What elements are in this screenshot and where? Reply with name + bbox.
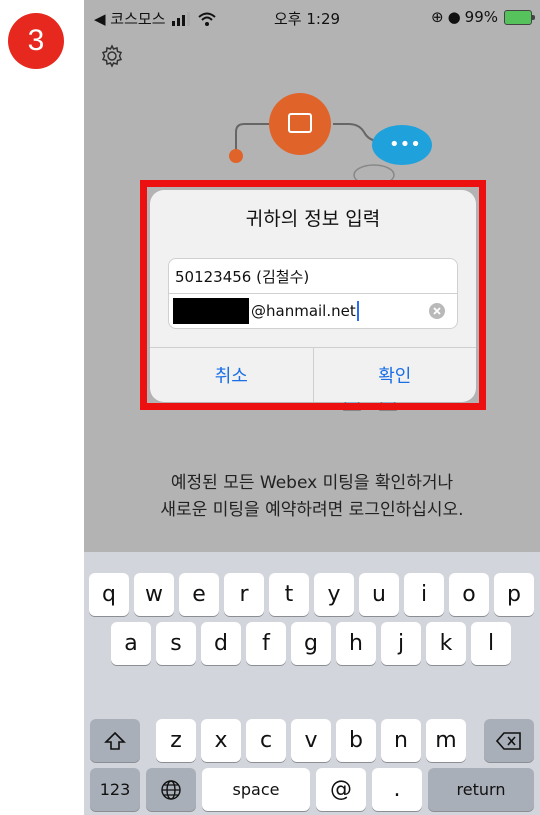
- key-u[interactable]: u: [359, 573, 399, 616]
- key-t[interactable]: t: [269, 573, 309, 616]
- at-key[interactable]: @: [316, 768, 366, 811]
- phone-screen: ◀ 코스모스 오후 1:29 ⊕ ● 99% ••• 예정된 모든 Webex …: [84, 0, 540, 815]
- key-p[interactable]: p: [494, 573, 534, 616]
- signal-icon: [171, 11, 190, 26]
- key-q[interactable]: q: [89, 573, 129, 616]
- key-e[interactable]: e: [179, 573, 219, 616]
- key-i[interactable]: i: [404, 573, 444, 616]
- key-f[interactable]: f: [246, 622, 286, 665]
- alarm-icon: ●: [447, 8, 461, 26]
- backspace-key[interactable]: [484, 719, 534, 762]
- dot-key[interactable]: .: [372, 768, 422, 811]
- key-j[interactable]: j: [381, 622, 421, 665]
- space-key[interactable]: space: [202, 768, 310, 811]
- settings-gear-icon[interactable]: [100, 44, 124, 68]
- login-message: 예정된 모든 Webex 미팅을 확인하거나 새로운 미팅을 예약하려면 로그인…: [84, 470, 540, 524]
- status-carrier: ◀ 코스모스: [94, 8, 216, 29]
- message-line-2: 새로운 미팅을 예약하려면 로그인하십시오.: [160, 500, 464, 520]
- shift-key[interactable]: [90, 719, 140, 762]
- key-b[interactable]: b: [336, 719, 376, 762]
- key-y[interactable]: y: [314, 573, 354, 616]
- backspace-icon: [496, 731, 521, 750]
- key-g[interactable]: g: [291, 622, 331, 665]
- key-n[interactable]: n: [381, 719, 421, 762]
- key-h[interactable]: h: [336, 622, 376, 665]
- message-line-1: 예정된 모든 Webex 미팅을 확인하거나: [170, 473, 454, 493]
- status-bar: ◀ 코스모스 오후 1:29 ⊕ ● 99%: [84, 0, 540, 36]
- key-m[interactable]: m: [426, 719, 466, 762]
- key-c[interactable]: c: [246, 719, 286, 762]
- carrier-label: ◀ 코스모스: [94, 10, 166, 28]
- key-o[interactable]: o: [449, 573, 489, 616]
- battery-percent: 99%: [464, 8, 498, 26]
- step-number-badge: 3: [8, 13, 64, 69]
- onscreen-keyboard: qwertyuiop asdfghjkl zxcvbnm 123 space @…: [84, 552, 540, 815]
- numbers-key[interactable]: 123: [90, 768, 140, 811]
- key-x[interactable]: x: [201, 719, 241, 762]
- orientation-lock-icon: ⊕: [430, 8, 444, 26]
- status-time: 오후 1:29: [274, 10, 341, 28]
- key-d[interactable]: d: [201, 622, 241, 665]
- wifi-icon: [197, 12, 216, 26]
- return-key[interactable]: return: [428, 768, 534, 811]
- status-right: ⊕ ● 99%: [430, 8, 535, 26]
- key-s[interactable]: s: [156, 622, 196, 665]
- key-w[interactable]: w: [134, 573, 174, 616]
- globe-key[interactable]: [146, 768, 196, 811]
- svg-text:•••: •••: [389, 134, 421, 155]
- key-l[interactable]: l: [471, 622, 511, 665]
- key-k[interactable]: k: [426, 622, 466, 665]
- highlight-box: [140, 180, 486, 410]
- key-a[interactable]: a: [111, 622, 151, 665]
- globe-icon: [161, 779, 181, 800]
- key-r[interactable]: r: [224, 573, 264, 616]
- battery-icon: [504, 9, 535, 25]
- key-v[interactable]: v: [291, 719, 331, 762]
- key-z[interactable]: z: [156, 719, 196, 762]
- shift-icon: [104, 731, 126, 750]
